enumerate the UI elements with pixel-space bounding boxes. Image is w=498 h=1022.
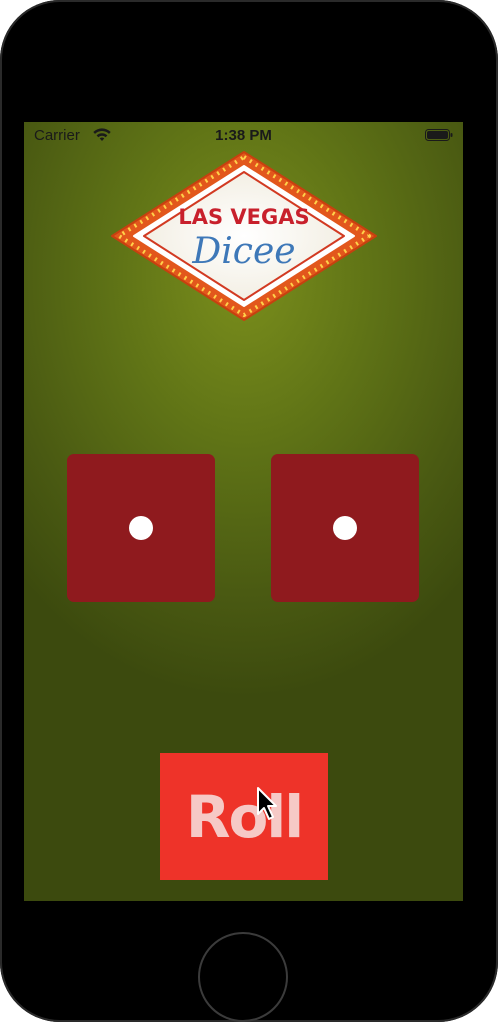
dice-pip bbox=[129, 516, 153, 540]
logo-line-1: LAS VEGAS bbox=[178, 205, 309, 229]
logo-line-2: Dicee bbox=[191, 231, 295, 272]
right-dice bbox=[271, 454, 419, 602]
roll-button-label: Roll bbox=[185, 782, 304, 851]
app-screen: Carrier 1:38 PM LAS VEGAS Dicee Roll bbox=[24, 122, 463, 901]
status-time: 1:38 PM bbox=[215, 127, 272, 144]
las-vegas-dicee-logo: LAS VEGAS Dicee bbox=[111, 151, 377, 321]
dice-pip bbox=[333, 516, 357, 540]
battery-icon bbox=[425, 129, 453, 141]
phone-frame: Carrier 1:38 PM LAS VEGAS Dicee Roll bbox=[0, 0, 498, 1022]
roll-button[interactable]: Roll bbox=[160, 753, 328, 880]
status-bar: Carrier 1:38 PM bbox=[24, 122, 463, 148]
home-button[interactable] bbox=[198, 932, 288, 1022]
mouse-pointer-icon bbox=[257, 787, 277, 820]
left-dice bbox=[67, 454, 215, 602]
